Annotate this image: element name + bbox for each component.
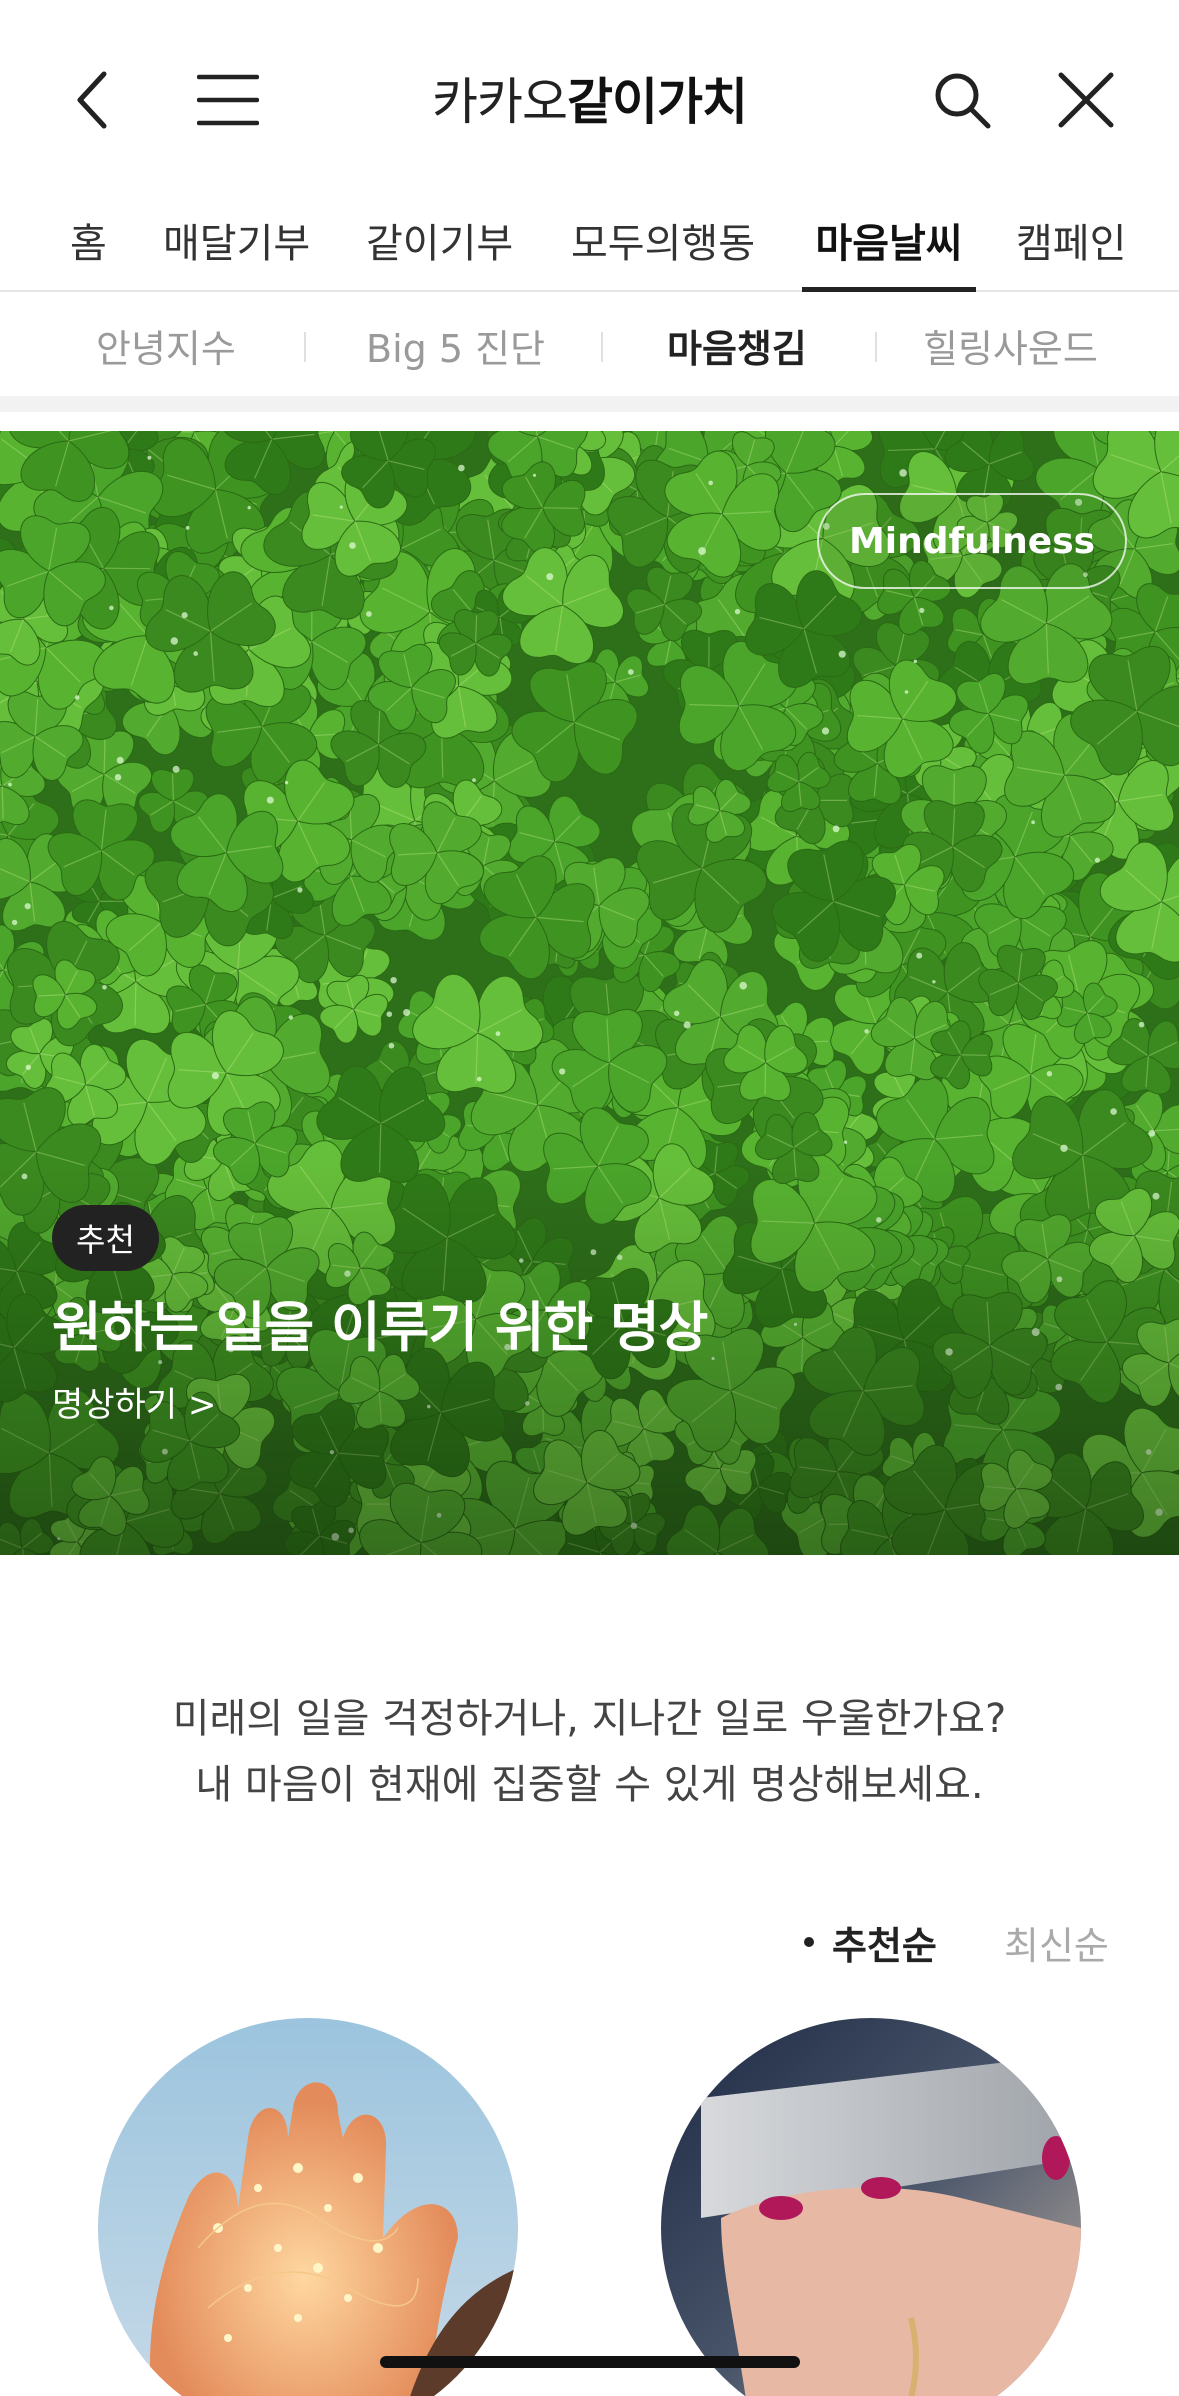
search-icon (935, 73, 991, 129)
main-nav: 홈 매달기부 같이기부 모두의행동 마음날씨 캠페인 (0, 190, 1179, 292)
subtab-wellbeing-index[interactable]: 안녕지수 (96, 294, 236, 396)
sort-recommended-label: 추천순 (832, 1923, 937, 1968)
subtab-divider (601, 332, 603, 362)
intro-description: 미래의 일을 걱정하거나, 지나간 일로 우울한가요? 내 마음이 현재에 집중… (0, 1686, 1179, 1818)
meditate-link[interactable]: 명상하기 > (52, 1377, 216, 1426)
sort-latest[interactable]: 최신순 (1004, 1912, 1109, 1972)
close-icon (1058, 72, 1114, 128)
hero-title: 원하는 일을 이루기 위한 명상 (52, 1296, 708, 1359)
hero-banner[interactable]: Mindfulness 추천 원하는 일을 이루기 위한 명상 명상하기 > (0, 431, 1179, 1555)
search-button[interactable] (922, 60, 1002, 140)
selected-dot-icon (804, 1937, 814, 1947)
description-line-1: 미래의 일을 걱정하거나, 지나간 일로 우울한가요? (172, 1696, 1007, 1742)
tab-campaign[interactable]: 캠페인 (1016, 190, 1126, 290)
brand-title-light: 카카오 (432, 73, 568, 131)
description-line-2: 내 마음이 현재에 집중할 수 있게 명상해보세요. (195, 1762, 984, 1808)
subtab-big5[interactable]: Big 5 진단 (366, 294, 545, 396)
hands-with-lights-image (98, 2018, 518, 2396)
active-tab-indicator (802, 287, 976, 292)
subtab-healing-sound[interactable]: 힐링사운드 (923, 294, 1098, 396)
tab-home[interactable]: 홈 (70, 190, 107, 290)
home-indicator[interactable] (380, 2356, 800, 2368)
brand-title[interactable]: 카카오같이가치 (0, 62, 1179, 134)
tab-mind-weather[interactable]: 마음날씨 (802, 190, 976, 292)
hand-holding-phone-image (661, 2018, 1081, 2396)
subtab-divider (875, 332, 877, 362)
tab-mind-weather-label: 마음날씨 (815, 221, 963, 267)
mindfulness-tag: Mindfulness (817, 493, 1127, 589)
tab-everyone-action[interactable]: 모두의행동 (571, 190, 755, 290)
subtab-mindfulness[interactable]: 마음챙김 (667, 294, 807, 396)
meditation-card-phone[interactable] (661, 2018, 1081, 2396)
recommended-badge: 추천 (52, 1205, 159, 1271)
meditation-card-lights[interactable] (98, 2018, 518, 2396)
sort-recommended[interactable]: 추천순 (804, 1912, 937, 1972)
sub-nav: 안녕지수 Big 5 진단 마음챙김 힐링사운드 (0, 294, 1179, 412)
subtab-divider (304, 332, 306, 362)
brand-title-bold: 같이가치 (567, 73, 748, 131)
app-header: 카카오같이가치 (0, 0, 1179, 190)
tab-monthly-donation[interactable]: 매달기부 (163, 190, 310, 290)
close-button[interactable] (1046, 60, 1126, 140)
tab-together-donation[interactable]: 같이기부 (366, 190, 513, 290)
